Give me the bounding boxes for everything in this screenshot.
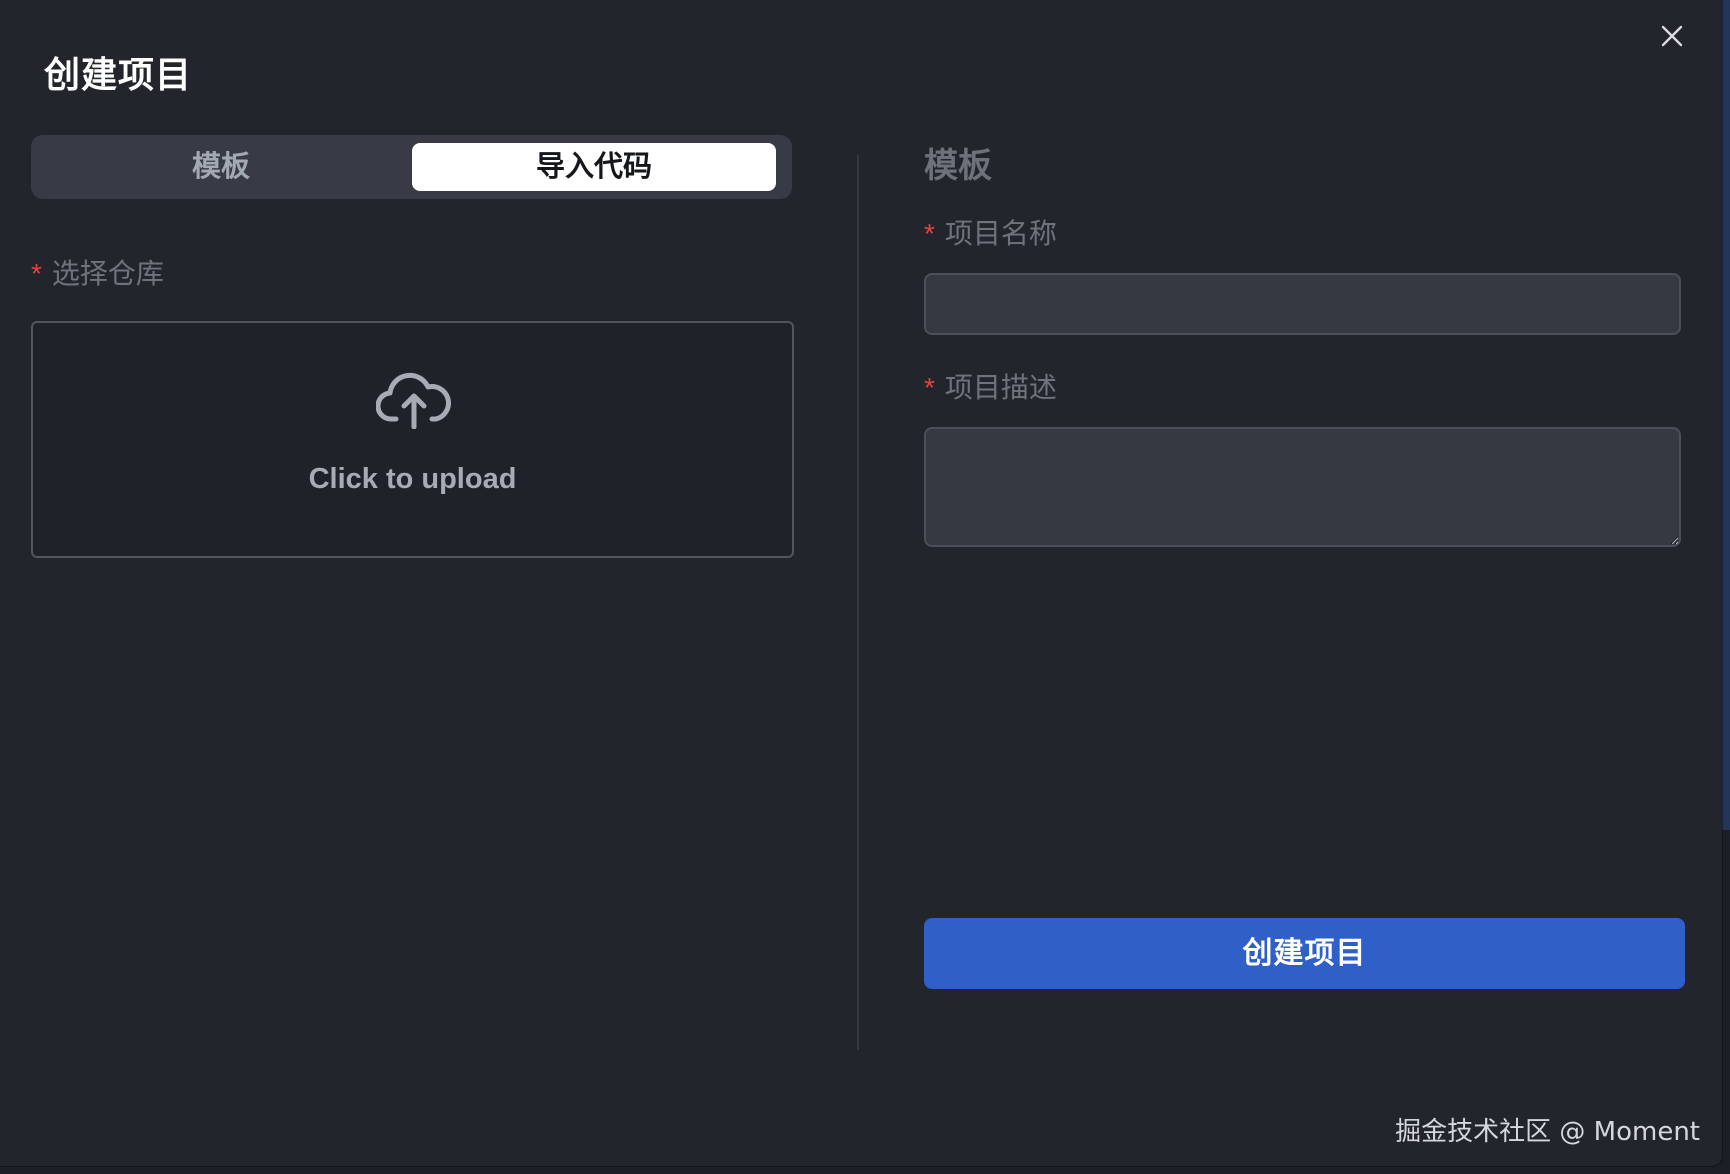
required-mark: * — [31, 258, 42, 289]
create-project-dialog: 创建项目 模板 导入代码 * 选择仓库 Click to upload 模板 * 项… — [0, 0, 1722, 1166]
column-divider — [857, 155, 859, 1050]
project-name-label-text: 项目名称 — [944, 218, 1057, 249]
upload-label: Click to upload — [308, 463, 517, 495]
project-name-input[interactable] — [924, 273, 1681, 335]
repo-label-text: 选择仓库 — [51, 258, 164, 289]
repo-field-label: * 选择仓库 — [31, 252, 164, 292]
close-icon[interactable] — [1654, 18, 1690, 54]
required-mark: * — [924, 218, 935, 249]
project-name-label: * 项目名称 — [924, 212, 1057, 252]
project-desc-textarea[interactable] — [924, 427, 1681, 547]
upload-dropzone[interactable]: Click to upload — [31, 321, 794, 558]
section-title: 模板 — [924, 147, 992, 185]
project-desc-label: * 项目描述 — [924, 366, 1057, 406]
tab-template[interactable]: 模板 — [39, 143, 403, 191]
mode-tabs: 模板 导入代码 — [31, 135, 792, 199]
dialog-title: 创建项目 — [44, 54, 193, 95]
tab-import-code[interactable]: 导入代码 — [412, 143, 776, 191]
cloud-upload-icon — [376, 372, 451, 429]
project-desc-label-text: 项目描述 — [944, 372, 1057, 403]
required-mark: * — [924, 372, 935, 403]
watermark: 掘金技术社区 @ Moment — [1395, 1117, 1700, 1147]
create-project-button[interactable]: 创建项目 — [924, 918, 1685, 989]
